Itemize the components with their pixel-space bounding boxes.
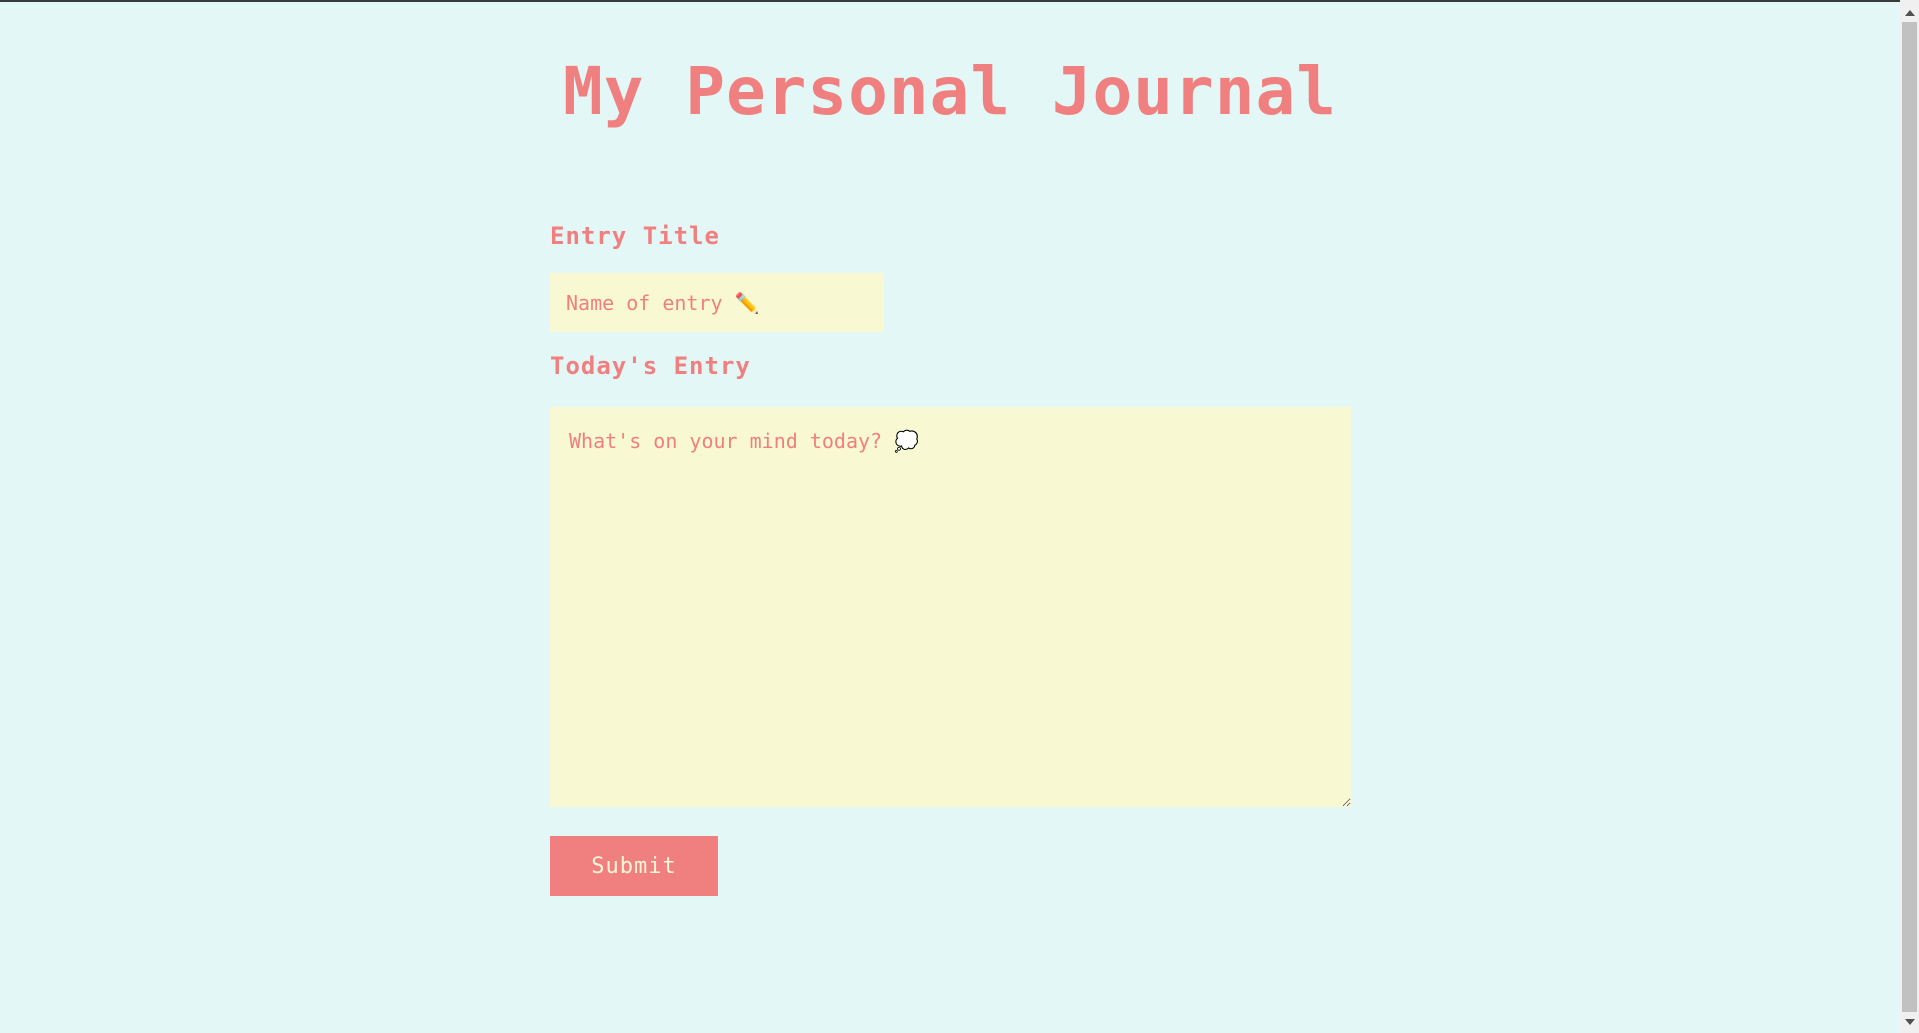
scroll-down-arrow-icon[interactable] <box>1900 1015 1919 1029</box>
vertical-scrollbar[interactable] <box>1900 0 1919 1033</box>
submit-button[interactable]: Submit <box>550 836 718 896</box>
entry-title-input[interactable] <box>550 273 884 332</box>
entry-title-label: Entry Title <box>550 222 720 250</box>
journal-page: My Personal Journal Entry Title Today's … <box>0 0 1900 1033</box>
todays-entry-label: Today's Entry <box>550 352 751 380</box>
page-title: My Personal Journal <box>563 53 1337 130</box>
todays-entry-textarea[interactable] <box>550 407 1351 807</box>
scrollbar-thumb[interactable] <box>1902 22 1917 1012</box>
scroll-up-arrow-icon[interactable] <box>1900 6 1919 20</box>
